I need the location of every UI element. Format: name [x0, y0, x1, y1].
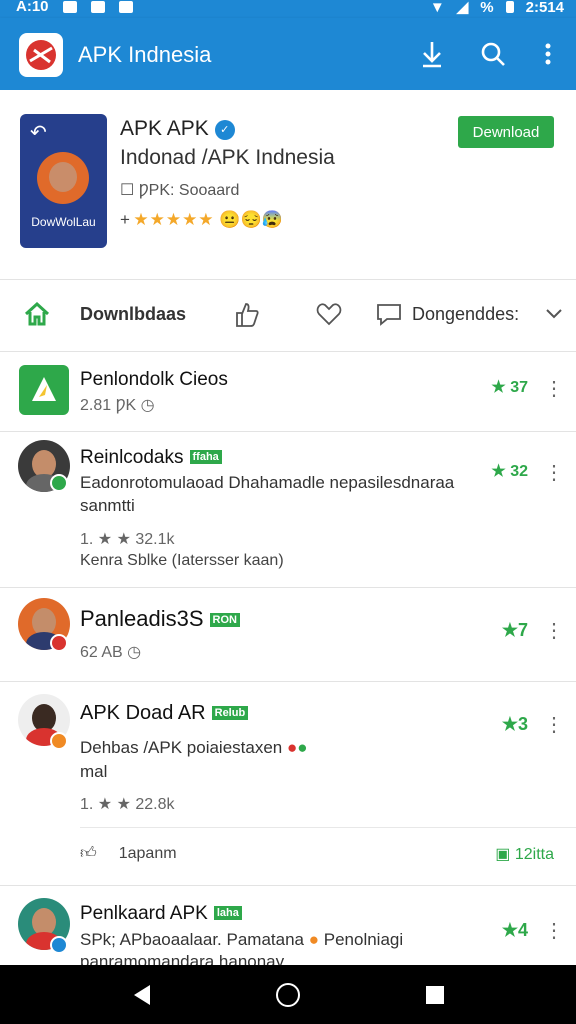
- status-bar: A:10 ▼ ◢ % 2:514: [0, 0, 576, 18]
- chevron-down-icon: [546, 309, 562, 319]
- item-score: ★3: [501, 714, 528, 734]
- more-vert-icon[interactable]: ⋮: [544, 618, 564, 643]
- badge-icon: [50, 732, 68, 750]
- recents-icon[interactable]: [422, 982, 448, 1008]
- emoji-icon: ●: [286, 738, 298, 757]
- more-vert-icon[interactable]: ⋮: [544, 918, 564, 943]
- rating-stars: ★★★★★: [133, 210, 215, 229]
- play-app-icon: [19, 365, 69, 415]
- item-title: Penlondolk Cieos: [80, 369, 228, 390]
- notification-icon: [90, 0, 105, 13]
- more-vert-icon[interactable]: [532, 38, 564, 70]
- item-text: SPk; APbaoaalaar. Pamatana ● Penolniagi: [80, 930, 404, 949]
- app-subtitle: Indonad /APK Indnesia: [120, 146, 335, 169]
- item-tag: laha: [213, 906, 242, 920]
- downloads-tab[interactable]: Downlbdaas: [24, 302, 186, 326]
- list-item[interactable]: Reinlcodaks ffaha Eadonrotomulaoad Dhaham…: [0, 432, 576, 588]
- item-score: ★4: [501, 920, 528, 940]
- item-title: Reinlcodaks ffaha: [80, 447, 222, 469]
- item-title: Penlkaard APK laha: [80, 903, 242, 925]
- app-name: APK APK ✓: [120, 117, 235, 141]
- item-rating: 1. ★ ★ 22.8k: [80, 796, 175, 813]
- comment-icon: ▣: [495, 846, 511, 863]
- thumbs-up-icon: 👍︎: [80, 845, 97, 862]
- message-icon: [377, 304, 401, 326]
- app-rating: + ★★★★★ 😐😔😰: [120, 210, 283, 230]
- logo-icon: [26, 40, 56, 70]
- dongenddes-dropdown[interactable]: Dongenddes:: [376, 302, 563, 326]
- item-text: Eadonrotomulaoad Dhahamadle nepasilesdna…: [80, 473, 455, 515]
- info-icon: ◷: [127, 644, 142, 661]
- item-score: ★ 32: [491, 463, 528, 480]
- item-tag: RON: [209, 613, 240, 627]
- notification-icon: [118, 0, 133, 13]
- status-time-left: A:10: [16, 0, 49, 15]
- app-icon-portrait: [37, 152, 89, 204]
- reply-label: 1apanm: [118, 844, 177, 862]
- heart-icon[interactable]: [316, 302, 342, 326]
- reply-button[interactable]: 👍︎ 1apanm: [80, 844, 177, 863]
- home-circle-icon[interactable]: [275, 982, 301, 1008]
- rating-prefix: +: [120, 210, 134, 229]
- app-icon-label: DowWolLau: [31, 215, 96, 229]
- action-row: Downlbdaas Dongenddes:: [0, 280, 576, 352]
- info-icon: ◷: [140, 397, 155, 414]
- emoji-icon: 😐😔😰: [219, 210, 283, 229]
- status-time-right: 2:514: [525, 0, 564, 16]
- badge-icon: [50, 634, 68, 652]
- more-vert-icon[interactable]: ⋮: [544, 376, 564, 401]
- item-score: ★ 37: [491, 379, 528, 396]
- item-title: Panleadis3S RON: [80, 606, 240, 632]
- app-logo[interactable]: [19, 33, 63, 77]
- app-developer: ☐ ǷPK: Sooaard: [120, 182, 240, 199]
- reply-count[interactable]: ▣ 12itta: [495, 844, 554, 864]
- verified-badge-icon: [50, 474, 68, 492]
- divider: [80, 827, 576, 828]
- system-nav-bar: [0, 965, 576, 1024]
- search-icon[interactable]: [477, 38, 509, 70]
- item-tag: Relub: [211, 706, 249, 720]
- item-meta: 62 AB ◷: [80, 644, 142, 661]
- more-vert-icon[interactable]: ⋮: [544, 712, 564, 737]
- verified-icon: ✓: [214, 120, 235, 140]
- download-icon[interactable]: [416, 38, 448, 70]
- emoji-icon: ●: [308, 930, 320, 949]
- back-icon[interactable]: [130, 982, 156, 1008]
- verified-badge-icon: [50, 936, 68, 954]
- app-icon[interactable]: ↶ DowWolLau: [20, 114, 107, 248]
- item-rating: 1. ★ ★ 32.1k: [80, 531, 175, 548]
- dropdown-label: Dongenddes:: [412, 303, 520, 324]
- item-tag: ffaha: [189, 450, 222, 464]
- app-mark-icon: ↶: [30, 122, 47, 144]
- battery-label: %: [480, 0, 494, 16]
- list-item[interactable]: APK Doad AR Relub Dehbas /APK poiaiestaxe…: [0, 682, 576, 886]
- app-bar: APK Indnesia: [0, 18, 576, 90]
- item-text: Dehbas /APK poiaiestaxen ●●: [80, 738, 308, 757]
- app-bar-title: APK Indnesia: [78, 42, 212, 67]
- thumbs-up-icon[interactable]: [234, 302, 260, 328]
- list-item[interactable]: Panleadis3S RON 62 AB ◷ ★7 ⋮: [0, 588, 576, 682]
- wifi-icon: ▼: [429, 0, 445, 16]
- emoji-icon: ●: [297, 738, 308, 757]
- item-text-2: mal: [80, 762, 108, 781]
- notification-icon: [62, 0, 77, 13]
- list-item[interactable]: Penlondolk Cieos 2.81 ǷK ◷ ★ 37 ⋮: [0, 352, 576, 432]
- download-button[interactable]: Dewnload: [458, 116, 554, 148]
- item-title: APK Doad AR Relub: [80, 702, 249, 725]
- more-vert-icon[interactable]: ⋮: [544, 460, 564, 485]
- item-subtext: Kenra Sblke (Iatersser kaan): [80, 552, 284, 569]
- signal-icon: ◢: [456, 0, 469, 16]
- home-icon: [24, 302, 50, 326]
- downloads-label: Downlbdaas: [80, 303, 187, 324]
- list-item[interactable]: Penlkaard APK laha SPk; APbaoaalaar. Pama…: [0, 886, 576, 971]
- battery-icon: [505, 1, 514, 13]
- item-meta: 2.81 ǷK ◷: [80, 397, 155, 414]
- item-score: ★7: [501, 620, 528, 640]
